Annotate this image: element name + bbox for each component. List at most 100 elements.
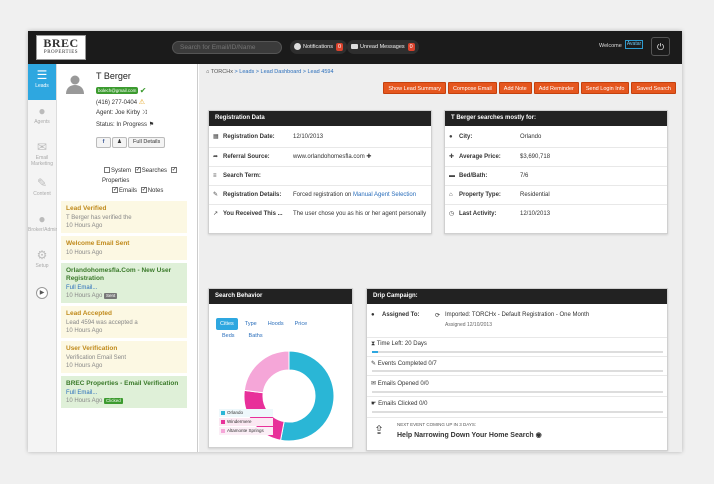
send-login-info-button[interactable]: Send Login Info [580, 82, 630, 94]
legend-swatch [221, 419, 225, 424]
next-event-row: ⇪ NEXT EVENT COMING UP IN 3 DAYS: Help N… [367, 417, 667, 451]
plus-icon[interactable]: ✚ [366, 154, 371, 160]
share-icon: ⇪ [374, 423, 385, 437]
rail-label: Agents [34, 119, 50, 125]
feed-item[interactable]: Orlandohomesfla.Com - New User Registrat… [61, 263, 187, 303]
rail-item-broker-admin[interactable]: ● Broker/Admin [28, 208, 58, 244]
feed-item[interactable]: BREC Properties - Email Verification Full… [61, 376, 187, 408]
power-icon[interactable]: ⏻ [651, 37, 670, 56]
rail-item-agents[interactable]: ● Agents [28, 100, 56, 136]
lead-profile: T Berger bolech@gmail.com ✔ (416) 277-04… [57, 64, 198, 164]
notifications-label: Notifications [303, 44, 333, 50]
feed-item[interactable]: User Verification Verification Email Sent… [61, 341, 187, 373]
email-badge[interactable]: bolech@gmail.com [96, 86, 139, 94]
feed-item-time: 10 Hours Ago [66, 328, 103, 334]
home-icon[interactable]: ⌂ [206, 69, 209, 75]
feed-item[interactable]: Lead Accepted Lead 4594 was accepted a 10 … [61, 306, 187, 338]
facebook-icon[interactable]: f [96, 137, 111, 148]
breadcrumb-item[interactable]: Lead Dashboard [261, 69, 302, 75]
users-icon: ● [38, 212, 46, 226]
properties-checkbox[interactable]: ✓ [170, 167, 177, 174]
avatar[interactable]: Avatar [625, 40, 643, 49]
breadcrumb-item[interactable]: Leads [239, 69, 254, 75]
messages-button[interactable]: Unread Messages 0 [347, 40, 419, 54]
assigned-label: Assigned To: [382, 312, 420, 318]
legend-item: Windermere [219, 418, 273, 426]
registration-row: ≡ Search Term: [209, 166, 431, 184]
rail-label: Setup [35, 263, 49, 269]
legend-swatch [221, 428, 225, 433]
notifications-button[interactable]: Notifications 0 [290, 40, 348, 54]
clicked-bar [372, 411, 663, 413]
feed-item-time: 10 Hours Ago Clicked [66, 398, 123, 404]
brec-logo[interactable]: BREC PROPERTIES [36, 35, 86, 60]
feed-item-title: Orlandohomesfla.Com - New User Registrat… [66, 267, 172, 282]
rail-item-leads[interactable]: ☰ Leads [28, 64, 56, 100]
events-text: ✎ Events Completed 0/7 [371, 360, 437, 367]
share-icon: ➦ [213, 154, 219, 160]
breadcrumb-item[interactable]: TORCHx [211, 69, 233, 75]
clicked-row: ☛ Emails Clicked 0/0 [367, 396, 667, 416]
phone-row: (416) 277-0404 ⚠ [96, 98, 145, 106]
rail-label: Content [33, 191, 51, 197]
time-left-bar [372, 351, 663, 353]
search-input[interactable] [172, 41, 282, 54]
mostly-row: ⌂ Property Type: Residential [445, 185, 667, 203]
eye-icon[interactable]: ◉ [536, 432, 542, 439]
agent-row: Agent: Joe Kirby ⤨ [96, 110, 147, 117]
add-note-button[interactable]: Add Note [498, 82, 532, 94]
profile-buttons: f ♟ Full Details [96, 137, 166, 148]
rail-item-setup[interactable]: ⚙ Setup [28, 244, 56, 280]
rail-item-content[interactable]: ✎ Content [28, 172, 56, 208]
registration-row-value: Forced registration on Manual Agent Sele… [293, 186, 416, 204]
system-label: System [111, 168, 132, 174]
pencil-icon: ✎ [36, 176, 48, 190]
legend-label: Orlando [227, 410, 244, 415]
search-behavior-panel: Search Behavior Cities Type Hoods Price Bed… [208, 288, 353, 448]
assigned-campaign: Imported: TORCHx - Default Registration … [445, 312, 590, 318]
mostly-row: ✚ Average Price: $3,690,718 [445, 147, 667, 165]
mostly-row-label: Property Type: [459, 192, 501, 198]
main-content: ⌂ TORCHx > Leads > Lead Dashboard > Lead… [199, 64, 682, 452]
rail-item-email-marketing[interactable]: ✉ Email Marketing [28, 136, 56, 172]
feed-item-text[interactable]: Full Email... [66, 284, 183, 292]
emails-checkbox[interactable]: ✓ [112, 187, 118, 194]
drip-campaign-panel: Drip Campaign: ● Assigned To: ⟳ Imported… [366, 288, 668, 451]
shuffle-icon[interactable]: ⤨ [142, 110, 147, 116]
show-lead-summary-button[interactable]: Show Lead Summary [383, 82, 446, 94]
manual-agent-selection-link[interactable]: Manual Agent Selection [353, 192, 416, 198]
next-event-title: Help Narrowing Down Your Home Search ◉ [397, 431, 542, 439]
events-label: Events Completed 0/7 [377, 361, 437, 367]
tag-icon[interactable]: ⚑ [149, 122, 154, 128]
clicked-text: ☛ Emails Clicked 0/0 [371, 400, 427, 407]
searches-checkbox[interactable]: ✓ [134, 167, 141, 174]
mostly-row-value: 12/10/2013 [520, 211, 551, 217]
person-button-icon[interactable]: ♟ [112, 137, 127, 148]
messages-label: Unread Messages [360, 44, 405, 50]
registration-panel: Registration Data ▦ Registration Date: 12/… [208, 110, 432, 234]
pencil-icon: ✎ [371, 361, 377, 367]
envelope-icon [351, 44, 358, 50]
breadcrumb-item[interactable]: Lead 4594 [308, 69, 334, 75]
add-reminder-button[interactable]: Add Reminder [533, 82, 579, 94]
notes-label: Notes [147, 188, 164, 194]
mostly-row: ▬ Bed/Bath: 7/6 [445, 166, 667, 184]
time-left-fill [372, 351, 378, 353]
expand-rail-icon[interactable]: ▶ [36, 287, 48, 299]
opened-text: ✉ Emails Opened 0/0 [371, 380, 429, 387]
feed-item-title: BREC Properties - Email Verification [66, 380, 179, 387]
full-details-button[interactable]: Full Details [128, 137, 166, 148]
feed-item[interactable]: Lead Verified T Berger has verified the 10… [61, 201, 187, 233]
donut-slice-altamonte-springs[interactable] [243, 350, 290, 394]
person-icon: ● [38, 104, 46, 118]
feed-item[interactable]: Welcome Email Sent 10 Hours Ago [61, 236, 187, 260]
feed-item-title: Lead Verified [66, 205, 107, 212]
hourglass-icon: ⧗ [371, 341, 376, 347]
feed-item-text[interactable]: Full Email... [66, 389, 183, 397]
saved-search-button[interactable]: Saved Search [631, 82, 676, 94]
system-checkbox[interactable] [104, 167, 110, 174]
compose-email-button[interactable]: Compose Email [447, 82, 497, 94]
logo-sub: PROPERTIES [43, 50, 79, 55]
notes-checkbox[interactable]: ✓ [140, 187, 147, 194]
mostly-row-value: 7/6 [520, 173, 529, 179]
